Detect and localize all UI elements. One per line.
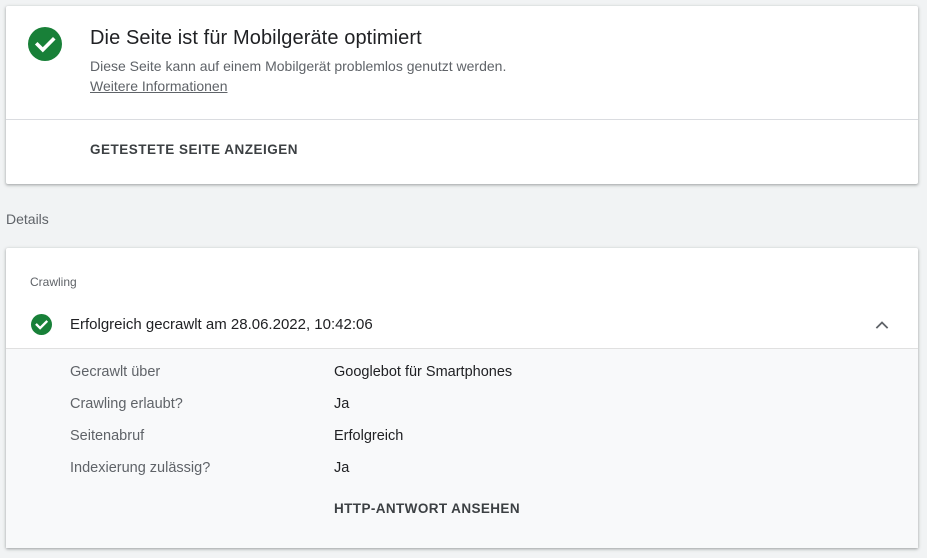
result-description: Diese Seite kann auf einem Mobilgerät pr…: [90, 58, 507, 74]
check-circle-icon: [28, 27, 62, 61]
detail-key: Crawling erlaubt?: [70, 396, 183, 412]
detail-value: Ja: [334, 396, 350, 412]
crawling-section-label: Crawling: [30, 275, 77, 289]
detail-value: Erfolgreich: [334, 428, 404, 444]
detail-row-indexing-allowed: Indexierung zulässig? Ja: [6, 460, 918, 482]
crawling-status-row[interactable]: Erfolgreich gecrawlt am 28.06.2022, 10:4…: [6, 304, 918, 348]
detail-key: Seitenabruf: [70, 428, 145, 444]
details-heading: Details: [6, 211, 49, 227]
detail-key: Gecrawlt über: [70, 364, 161, 380]
detail-row-crawling-allowed: Crawling erlaubt? Ja: [6, 396, 918, 418]
detail-row-page-fetch: Seitenabruf Erfolgreich: [6, 428, 918, 450]
crawling-card: Crawling Erfolgreich gecrawlt am 28.06.2…: [6, 248, 918, 548]
result-title: Die Seite ist für Mobilgeräte optimiert: [90, 27, 422, 49]
detail-value: Googlebot für Smartphones: [334, 364, 513, 380]
detail-value: Ja: [334, 460, 350, 476]
view-http-response-button[interactable]: HTTP-ANTWORT ANSEHEN: [326, 495, 528, 522]
view-tested-page-button[interactable]: GETESTETE SEITE ANZEIGEN: [82, 136, 306, 163]
crawling-status-text: Erfolgreich gecrawlt am 28.06.2022, 10:4…: [70, 316, 373, 333]
result-card: Die Seite ist für Mobilgeräte optimiert …: [6, 6, 918, 184]
crawling-detail-panel: Gecrawlt über Googlebot für Smartphones …: [6, 348, 918, 548]
detail-row-crawled-via: Gecrawlt über Googlebot für Smartphones: [6, 364, 918, 386]
check-circle-icon: [31, 314, 52, 335]
chevron-up-icon[interactable]: [873, 316, 891, 334]
detail-key: Indexierung zulässig?: [70, 460, 211, 476]
divider: [6, 119, 918, 120]
more-info-link[interactable]: Weitere Informationen: [90, 78, 227, 94]
